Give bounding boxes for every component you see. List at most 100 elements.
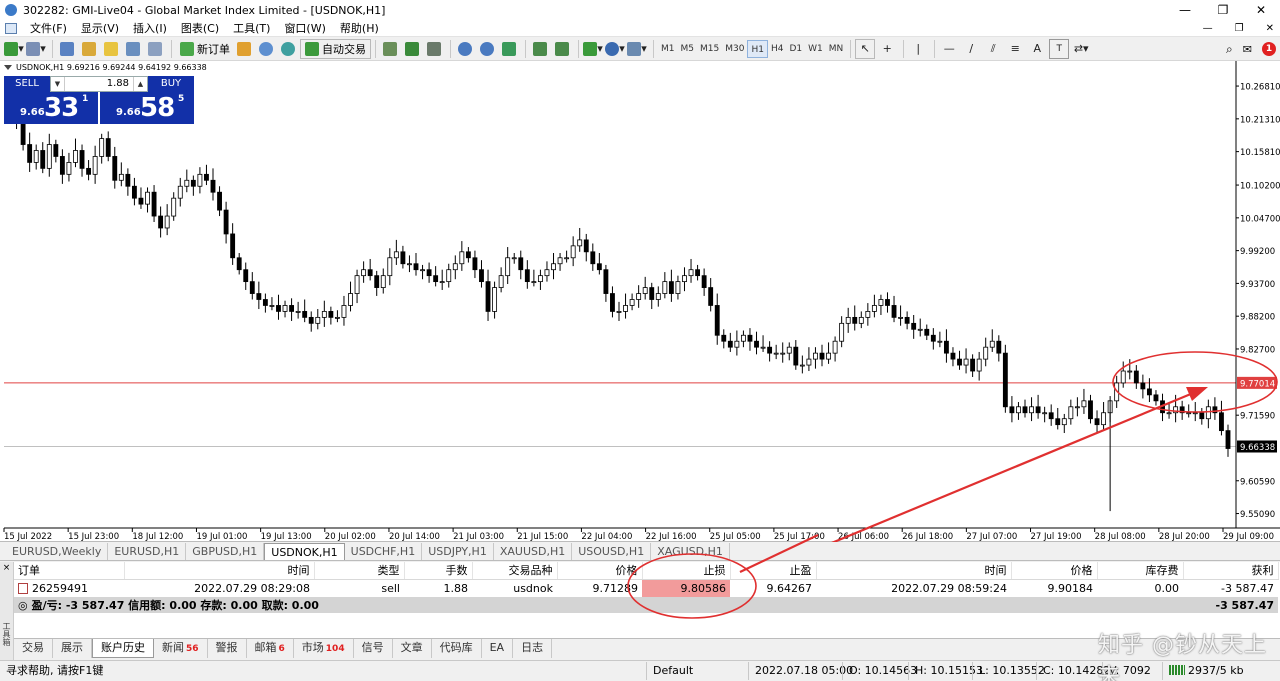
strategy-tester-icon[interactable] [145,39,165,59]
terminal-tab[interactable]: 账户历史 [92,639,154,658]
autoscroll-icon[interactable] [530,39,550,59]
terminal-icon[interactable] [123,39,143,59]
chart-tab[interactable]: EURUSD,Weekly [6,543,109,560]
column-header-lots[interactable]: 手数 [404,562,473,580]
chart-tab[interactable]: USOUSD,H1 [572,543,652,560]
timeframe-m1[interactable]: M1 [658,40,678,58]
table-row[interactable]: 26259491 2022.07.29 08:29:08 sell 1.88 u… [14,579,1278,597]
buy-quote[interactable]: 9.66 58 5 [100,92,194,124]
column-header-close-price[interactable]: 价格 [1011,562,1098,580]
periods-clock-icon[interactable]: ▾ [605,39,625,59]
terminal-tab[interactable]: 邮箱 6 [247,639,294,658]
terminal-tab[interactable]: 展示 [53,639,92,658]
chart-tab[interactable]: XAUUSD,H1 [494,543,573,560]
chart-restore-button[interactable]: ❐ [1235,20,1244,37]
terminal-tab[interactable]: 代码库 [432,639,482,658]
timeframe-m15[interactable]: M15 [697,40,722,58]
horizontal-line-icon[interactable]: — [939,39,959,59]
new-chart-icon[interactable]: ▾ [4,39,24,59]
new-order-button[interactable]: 新订单 [176,39,234,59]
auto-trading-button[interactable]: 自动交易 [300,38,371,59]
column-header-stop-loss[interactable]: 止损 [642,562,731,580]
data-window-icon[interactable] [79,39,99,59]
restore-button[interactable]: ❐ [1204,0,1242,20]
chat-icon[interactable]: ✉ [1243,43,1252,56]
timeframe-m5[interactable]: M5 [678,40,698,58]
buy-button[interactable]: BUY [148,76,194,92]
channel-icon[interactable]: ⫽ [983,39,1003,59]
text-tool-icon[interactable]: A [1027,39,1047,59]
chart-window-icon[interactable] [5,22,17,34]
terminal-tab[interactable]: EA [482,639,514,658]
price-chart[interactable]: 10.26810 10.21310 10.15810 10.10200 10.04700… [0,61,1280,542]
column-header-swap[interactable]: 库存费 [1097,562,1184,580]
lot-increase-icon[interactable]: ▲ [133,77,147,91]
fibonacci-icon[interactable]: ≡ [1005,39,1025,59]
chart-close-button[interactable]: ✕ [1266,20,1274,37]
zoom-in-icon[interactable] [455,39,475,59]
timeframe-h1[interactable]: H1 [747,39,768,58]
terminal-tab[interactable]: 信号 [354,639,393,658]
column-header-type[interactable]: 类型 [314,562,405,580]
lot-size-field[interactable]: ▼ 1.88 ▲ [50,76,148,92]
column-header-open-price[interactable]: 价格 [557,562,643,580]
chart-shift-icon[interactable] [552,39,572,59]
menu-window[interactable]: 窗口(W) [277,20,332,36]
terminal-tab[interactable]: 警报 [208,639,247,658]
menu-help[interactable]: 帮助(H) [333,20,386,36]
column-header-profit[interactable]: 获利 [1183,562,1279,580]
trendline-icon[interactable]: ∕ [961,39,981,59]
tile-windows-icon[interactable] [499,39,519,59]
vps-icon[interactable] [278,39,298,59]
arrows-icon[interactable]: ⇄▾ [1071,39,1091,59]
chart-window[interactable]: 10.26810 10.21310 10.15810 10.10200 10.04700… [0,61,1280,542]
notification-badge[interactable]: 1 [1262,42,1276,56]
templates-icon[interactable]: ▾ [627,39,647,59]
lot-size-value[interactable]: 1.88 [65,77,133,91]
chart-tab[interactable]: EURUSD,H1 [108,543,187,560]
search-icon[interactable]: ⌕ [1226,42,1233,57]
menu-charts[interactable]: 图表(C) [174,20,226,36]
chart-tab[interactable]: USDJPY,H1 [422,543,494,560]
timeframe-mn[interactable]: MN [826,40,847,58]
chart-tab[interactable]: XAGUSD,H1 [651,543,730,560]
timeframe-d1[interactable]: D1 [786,40,805,58]
chart-tab[interactable]: USDNOK,H1 [264,543,345,560]
sell-button[interactable]: SELL [4,76,50,92]
terminal-tab[interactable]: 交易 [14,639,53,658]
market-watch-icon[interactable] [57,39,77,59]
signals-icon[interactable] [256,39,276,59]
menu-view[interactable]: 显示(V) [74,20,126,36]
lot-decrease-icon[interactable]: ▼ [51,77,65,91]
column-header-symbol[interactable]: 交易品种 [472,562,558,580]
timeframe-h4[interactable]: H4 [768,40,787,58]
terminal-tab[interactable]: 新闻 56 [154,639,208,658]
timeframe-m30[interactable]: M30 [722,40,747,58]
candlestick-icon[interactable] [402,39,422,59]
menu-insert[interactable]: 插入(I) [126,20,174,36]
expand-arrow-icon[interactable] [4,65,12,70]
minimize-button[interactable]: — [1166,0,1204,20]
column-header-close-time[interactable]: 时间 [816,562,1012,580]
chart-tab[interactable]: USDCHF,H1 [345,543,423,560]
crosshair-icon[interactable]: + [877,39,897,59]
terminal-tab[interactable]: 市场 104 [294,639,354,658]
profiles-icon[interactable]: ▾ [26,39,46,59]
indicators-icon[interactable]: ▾ [583,39,603,59]
column-header-open-time[interactable]: 时间 [124,562,315,580]
terminal-tab[interactable]: 日志 [513,639,553,658]
cursor-icon[interactable]: ↖ [855,38,876,59]
navigator-icon[interactable] [101,39,121,59]
line-chart-icon[interactable] [424,39,444,59]
terminal-close-icon[interactable]: × [0,562,13,574]
chart-minimize-button[interactable]: — [1203,20,1213,37]
menu-tools[interactable]: 工具(T) [226,20,277,36]
column-header-order[interactable]: 订单 [14,562,125,580]
timeframe-w1[interactable]: W1 [805,40,826,58]
column-header-take-profit[interactable]: 止盈 [730,562,817,580]
vertical-line-icon[interactable]: | [908,39,928,59]
close-button[interactable]: ✕ [1242,0,1280,20]
status-profile[interactable]: Default [646,662,748,680]
chart-tab[interactable]: GBPUSD,H1 [186,543,265,560]
metaeditor-icon[interactable] [234,39,254,59]
